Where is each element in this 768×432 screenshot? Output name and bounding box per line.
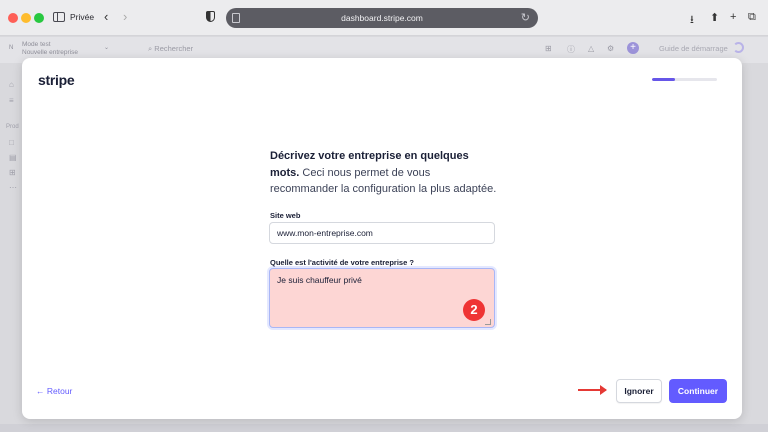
zoom-window-button[interactable] [34,13,44,23]
home-icon[interactable]: ⌂ [9,80,14,89]
products-icon[interactable]: ⊞ [9,168,16,177]
reload-icon[interactable]: ↻ [521,11,530,24]
browser-toolbar: Privée ‹ › dashboard.stripe.com ↻ ⭳ ⬆ + … [0,0,768,36]
forward-chevron-icon[interactable]: › [123,10,127,23]
private-mode-label: Privée [70,12,95,22]
step-number-badge: 2 [463,299,485,321]
progress-bar [652,78,717,81]
ignore-button[interactable]: Ignorer [616,379,662,403]
continue-button[interactable]: Continuer [669,379,727,403]
payments-icon[interactable]: □ [9,138,14,147]
mode-label: Mode test [22,41,51,48]
activity-label: Quelle est l'activité de votre entrepris… [270,258,414,267]
account-name: Nouvelle entreprise [22,49,79,56]
back-chevron-icon[interactable]: ‹ [104,10,108,23]
page-title: Décrivez votre entreprise en quelques mo… [270,148,500,198]
dashboard-search[interactable]: ⌕ Rechercher [148,44,193,54]
help-icon[interactable]: ⓘ [567,44,575,55]
balance-icon[interactable]: ≡ [9,96,14,105]
heading-description: Ceci nous permet de vous recommander la … [270,166,497,196]
share-icon[interactable]: ⬆ [710,11,719,24]
more-icon[interactable]: ⋯ [9,183,17,192]
apps-icon[interactable]: ⊞ [545,44,552,53]
stripe-logo: stripe [38,72,75,88]
onboarding-modal: stripe Décrivez votre entreprise en quel… [22,58,742,419]
website-input[interactable] [269,222,495,244]
address-bar[interactable]: dashboard.stripe.com ↻ [226,8,538,28]
tab-overview-icon[interactable]: ⧉ [748,11,756,24]
bell-icon[interactable]: △ [588,44,594,53]
sidebar-section-label: Prod [6,124,19,130]
sidebar-toggle-icon[interactable] [53,12,65,22]
account-initial: N [9,45,14,51]
setup-guide-link[interactable]: Guide de démarrage [659,44,728,53]
back-link[interactable]: ← Retour [36,386,72,396]
progress-fill [652,78,675,81]
chevron-down-icon: ⌄ [104,45,110,51]
url-text: dashboard.stripe.com [341,13,423,23]
invoices-icon[interactable]: ▤ [9,153,17,162]
create-plus-icon[interactable]: + [627,42,639,54]
privacy-shield-icon[interactable] [206,11,215,22]
minimize-window-button[interactable] [21,13,31,23]
setup-progress-icon [733,42,744,53]
download-icon[interactable]: ⭳ [690,11,694,30]
account-switcher[interactable]: Mode test Nouvelle entreprise [22,41,78,57]
activity-textarea[interactable]: Je suis chauffeur privé [269,268,495,328]
resize-handle-icon[interactable] [485,319,491,325]
website-label: Site web [270,211,301,220]
gear-icon[interactable]: ⚙ [607,44,614,53]
new-tab-icon[interactable]: + [730,11,736,23]
dashboard-footer [0,424,768,432]
annotation-arrow-icon [578,385,607,395]
close-window-button[interactable] [8,13,18,23]
search-placeholder: Rechercher [154,44,194,53]
